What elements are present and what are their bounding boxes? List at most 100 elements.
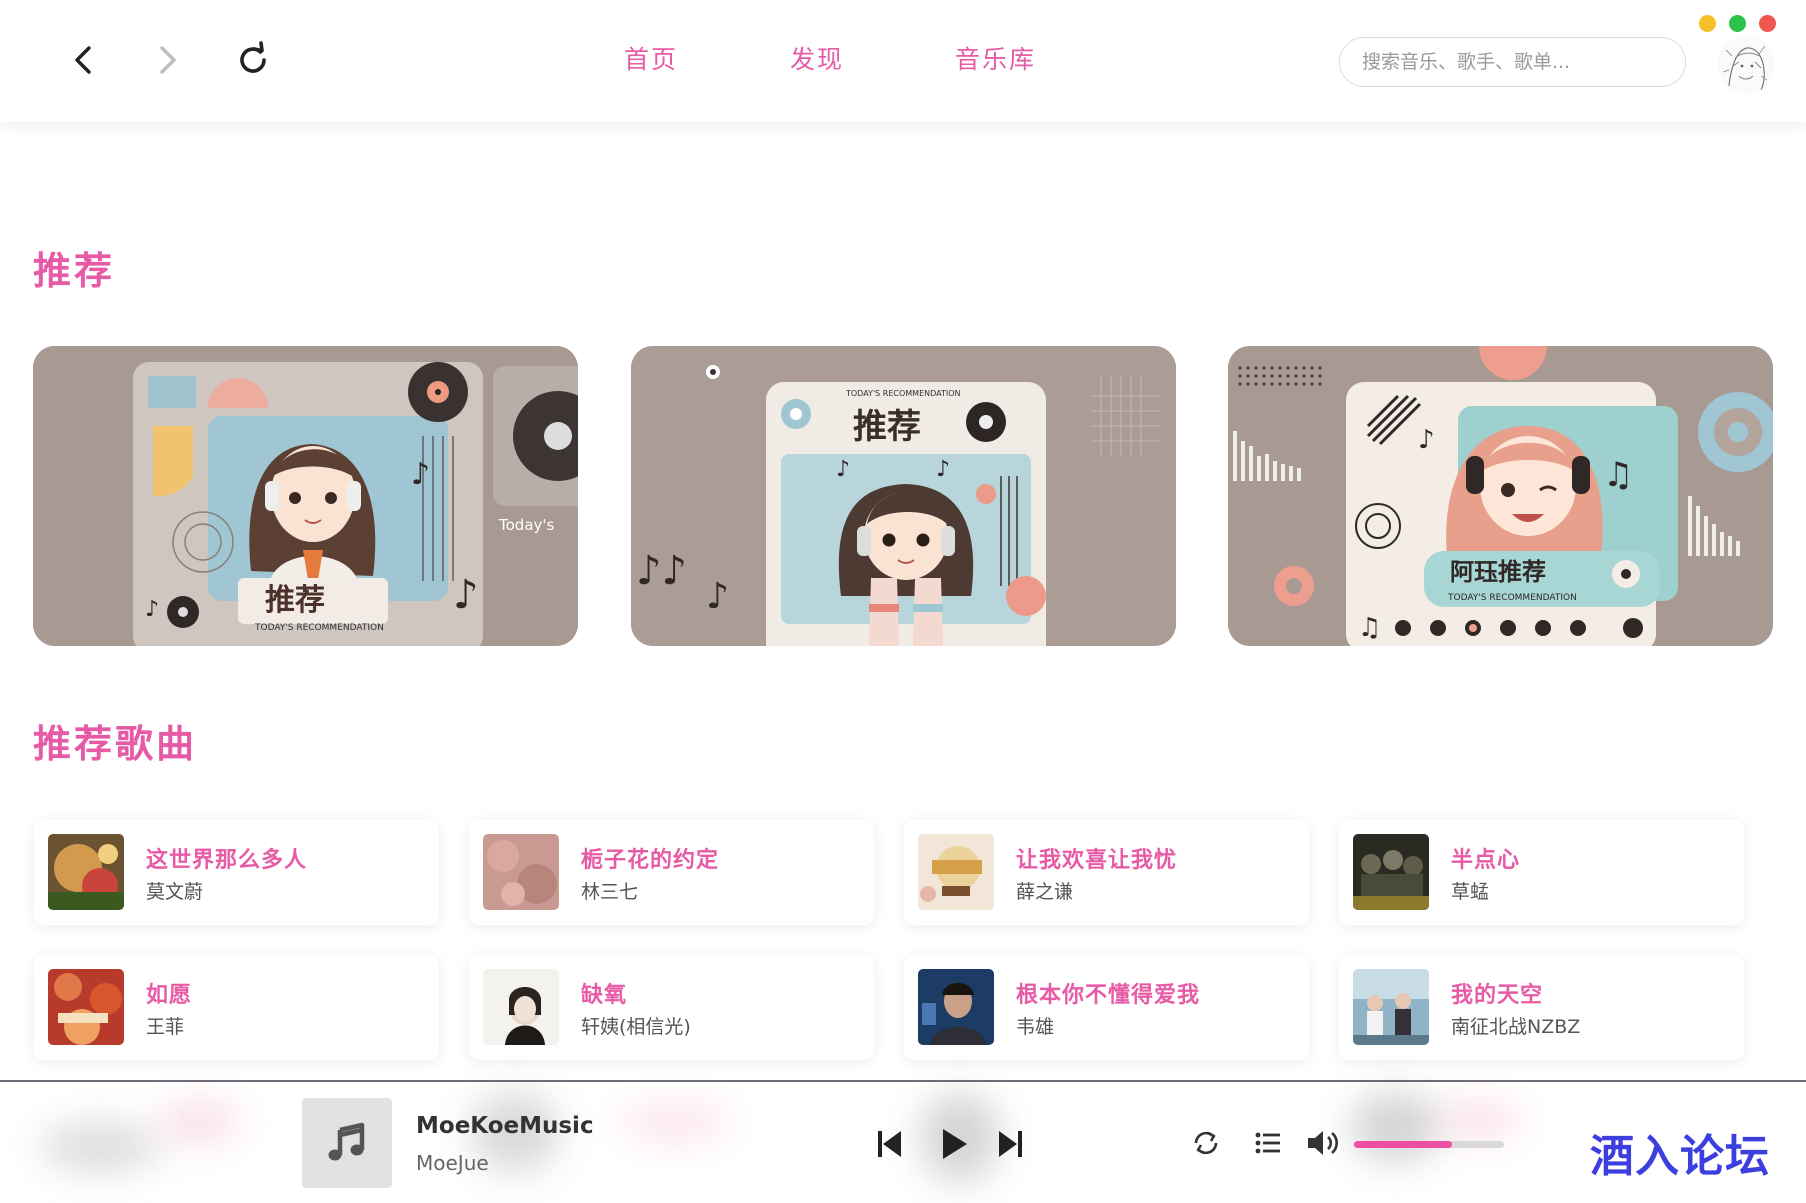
player-bar: MoeKoeMusic MoeJue 酒入论坛: [0, 1080, 1806, 1203]
album-cover: [918, 969, 994, 1045]
svg-text:推荐: 推荐: [853, 407, 921, 447]
song-artist: 韦雄: [1016, 1016, 1055, 1038]
recommend-banner-1[interactable]: Today's 推荐 TODAY'S RECOMMENDATION ♪ ♪ ♪: [33, 346, 578, 646]
forward-button[interactable]: [143, 36, 191, 84]
song-card[interactable]: 如愿 王菲: [34, 955, 439, 1060]
background-blur: [40, 1122, 160, 1172]
playlist-cover-image: Today's 推荐 TODAY'S RECOMMENDATION ♪ ♪ ♪: [33, 346, 578, 646]
volume-icon: [1308, 1131, 1338, 1155]
svg-text:♫: ♫: [1358, 613, 1381, 643]
volume-slider[interactable]: [1354, 1141, 1504, 1148]
svg-text:阿珏推荐: 阿珏推荐: [1450, 558, 1546, 586]
list-icon: [1255, 1132, 1280, 1154]
song-artist: 林三七: [581, 881, 639, 903]
search-input[interactable]: [1339, 37, 1686, 87]
tab-discover[interactable]: 发现: [790, 38, 844, 82]
tab-music-library[interactable]: 音乐库: [955, 38, 1036, 82]
song-artist: 莫文蔚: [146, 881, 204, 903]
repeat-button[interactable]: [1189, 1126, 1223, 1160]
top-bar: 首页 发现 音乐库: [0, 0, 1806, 122]
recommend-banner-2[interactable]: TODAY'S RECOMMENDATION 推荐 ♪ ♪ ♪♪ ♪: [631, 346, 1176, 646]
refresh-icon: [240, 41, 266, 73]
album-cover-image: [918, 834, 994, 910]
album-cover-image: [48, 834, 124, 910]
minimize-button[interactable]: [1699, 15, 1716, 32]
background-blur: [1350, 1092, 1440, 1162]
now-playing-cover[interactable]: [302, 1098, 392, 1188]
chevron-right-icon: [160, 46, 176, 74]
song-card[interactable]: 这世界那么多人 莫文蔚: [34, 820, 439, 925]
album-cover: [1353, 969, 1429, 1045]
volume-level: [1354, 1141, 1452, 1148]
svg-text:♪♪: ♪♪: [636, 548, 687, 594]
playlist-cover-image: 阿珏推荐 TODAY'S RECOMMENDATION ♪ ♫ ♫: [1228, 346, 1773, 646]
song-title: 如愿: [146, 983, 193, 1008]
song-artist: 草蜢: [1451, 881, 1490, 903]
song-title: 我的天空: [1451, 983, 1544, 1008]
maximize-button[interactable]: [1729, 15, 1746, 32]
song-title: 栀子花的约定: [581, 848, 720, 873]
playlist-button[interactable]: [1251, 1126, 1285, 1160]
svg-text:♪: ♪: [145, 597, 159, 622]
song-title: 让我欢喜让我忧: [1016, 848, 1178, 873]
background-blur: [160, 1102, 240, 1142]
song-card[interactable]: 根本你不懂得爱我 韦雄: [904, 955, 1309, 1060]
app-window: 首页 发现 音乐库 推荐: [0, 0, 1806, 1203]
repeat-icon: [1194, 1131, 1218, 1155]
song-card[interactable]: 栀子花的约定 林三七: [469, 820, 874, 925]
song-title: 根本你不懂得爱我: [1016, 983, 1201, 1008]
volume-button[interactable]: [1305, 1125, 1343, 1161]
play-button[interactable]: [932, 1122, 976, 1166]
watermark-text: 酒入论坛: [1590, 1131, 1770, 1182]
svg-text:♪: ♪: [453, 572, 479, 618]
album-cover: [483, 969, 559, 1045]
play-icon: [943, 1129, 967, 1159]
previous-button[interactable]: [870, 1124, 910, 1164]
song-artist: 轩姨(相信光): [581, 1016, 691, 1038]
svg-text:推荐: 推荐: [265, 583, 325, 618]
album-cover-image: [1353, 969, 1429, 1045]
user-avatar-icon: [1717, 36, 1775, 94]
now-playing-artist: MoeJue: [416, 1151, 489, 1175]
skip-next-icon: [999, 1131, 1022, 1157]
refresh-button[interactable]: [229, 36, 277, 84]
background-blur: [1440, 1100, 1520, 1140]
song-card[interactable]: 缺氧 轩姨(相信光): [469, 955, 874, 1060]
album-cover: [1353, 834, 1429, 910]
svg-text:TODAY'S RECOMMENDATION: TODAY'S RECOMMENDATION: [845, 389, 961, 398]
svg-text:Today's: Today's: [498, 516, 555, 534]
tab-home[interactable]: 首页: [624, 38, 678, 82]
section-title-recommend: 推荐: [33, 249, 116, 293]
song-title: 这世界那么多人: [146, 848, 308, 873]
svg-text:TODAY'S RECOMMENDATION: TODAY'S RECOMMENDATION: [254, 623, 384, 633]
background-blur: [620, 1102, 730, 1142]
song-artist: 南征北战NZBZ: [1451, 1016, 1581, 1038]
svg-text:♪: ♪: [706, 576, 729, 617]
svg-text:♪: ♪: [1418, 425, 1435, 455]
album-cover-image: [483, 969, 559, 1045]
svg-text:♪: ♪: [411, 457, 430, 492]
close-button[interactable]: [1759, 15, 1776, 32]
album-cover-image: [48, 969, 124, 1045]
song-title: 缺氧: [581, 983, 628, 1008]
album-cover-image: [1353, 834, 1429, 910]
playlist-cover-image: TODAY'S RECOMMENDATION 推荐 ♪ ♪ ♪♪ ♪: [631, 346, 1176, 646]
svg-text:♪: ♪: [936, 457, 950, 482]
album-cover: [48, 834, 124, 910]
song-title: 半点心: [1451, 848, 1521, 873]
album-cover: [48, 969, 124, 1045]
album-cover: [918, 834, 994, 910]
back-button[interactable]: [60, 36, 108, 84]
recommend-banner-3[interactable]: 阿珏推荐 TODAY'S RECOMMENDATION ♪ ♫ ♫: [1228, 346, 1773, 646]
song-card[interactable]: 我的天空 南征北战NZBZ: [1339, 955, 1744, 1060]
album-cover: [483, 834, 559, 910]
avatar[interactable]: [1717, 36, 1775, 94]
song-card[interactable]: 让我欢喜让我忧 薛之谦: [904, 820, 1309, 925]
chevron-left-icon: [75, 46, 91, 74]
song-card[interactable]: 半点心 草蜢: [1339, 820, 1744, 925]
song-artist: 薛之谦: [1016, 881, 1074, 903]
music-note-icon: [328, 1122, 365, 1161]
now-playing-title: MoeKoeMusic: [416, 1113, 594, 1139]
next-button[interactable]: [990, 1124, 1030, 1164]
svg-text:TODAY'S RECOMMENDATION: TODAY'S RECOMMENDATION: [1447, 593, 1577, 603]
